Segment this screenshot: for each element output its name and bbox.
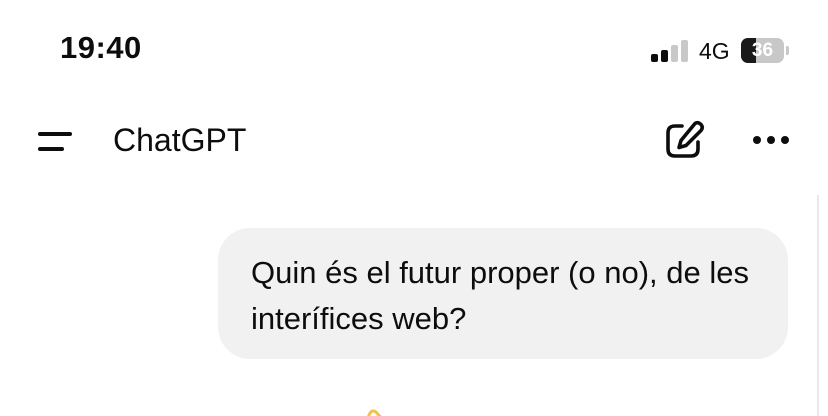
user-message-bubble[interactable]: Quin és el futur proper (o no), de les i… [218,228,788,359]
chat-screen: 19:40 4G 36 ChatGPT Quin és el futur pro… [0,0,828,416]
signal-bar [651,54,658,62]
signal-bar [671,45,678,62]
status-time: 19:40 [60,30,142,65]
more-options-button[interactable] [748,120,796,160]
network-type: 4G [699,38,730,64]
signal-bar [681,40,688,62]
app-header: ChatGPT [0,100,828,180]
battery-icon: 36 [741,38,789,63]
app-title[interactable]: ChatGPT [113,120,246,160]
new-chat-button[interactable] [660,118,708,164]
cellular-signal-icon [651,38,691,62]
battery-cap [786,46,789,55]
assistant-response-icon [367,409,382,416]
menu-button[interactable] [30,120,82,160]
signal-bar [661,50,668,62]
battery-percent: 36 [751,40,774,61]
status-bar: 19:40 4G 36 [0,0,828,100]
more-horizontal-icon [753,136,789,144]
edit-icon [666,120,705,158]
scroll-indicator[interactable] [817,195,819,416]
